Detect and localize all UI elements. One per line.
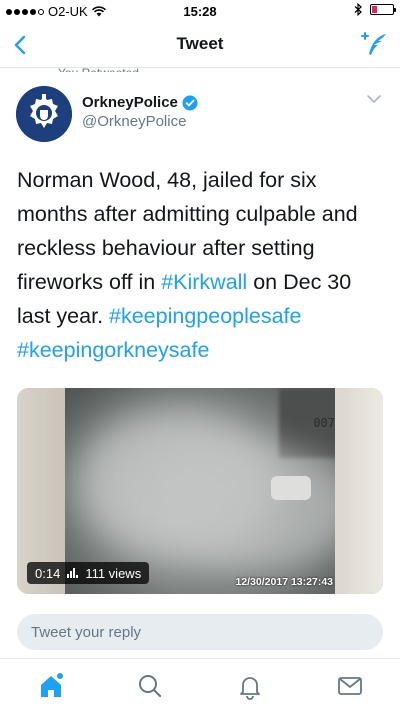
video-info-badge: 0:14 111 views [27, 562, 150, 584]
tweet-options-button[interactable] [364, 92, 384, 106]
tab-bar [0, 658, 400, 711]
page-title: Tweet [176, 34, 224, 53]
hashtag-link[interactable]: #keepingpeoplesafe [109, 304, 301, 328]
hashtag-link[interactable]: #keepingorkneysafe [17, 338, 209, 362]
tab-notifications[interactable] [234, 671, 266, 701]
status-bar: O2-UK 15:28 [0, 0, 400, 22]
view-count-icon [67, 568, 79, 578]
compose-feather-icon [361, 32, 386, 55]
nav-bar: Tweet [0, 22, 400, 68]
retweet-context: You Retweeted [58, 66, 139, 72]
video-timestamp: 12/30/2017 13:27:43 [235, 576, 334, 588]
video-player[interactable]: 007 12/30/2017 13:27:43 0:14 111 views [17, 388, 383, 594]
display-name[interactable]: OrkneyPolice [82, 94, 178, 111]
video-views: 111 views [85, 565, 142, 581]
status-time: 15:28 [183, 4, 217, 19]
verified-badge-icon [182, 95, 198, 110]
tab-messages[interactable] [334, 671, 366, 701]
tab-search[interactable] [134, 671, 166, 701]
home-icon [41, 673, 63, 697]
battery-icon [370, 4, 396, 15]
search-icon [139, 675, 162, 698]
video-duration: 0:14 [35, 565, 61, 581]
notifications-icon [240, 677, 260, 700]
bluetooth-icon [354, 3, 362, 16]
avatar[interactable] [16, 86, 72, 142]
hashtag-link[interactable]: #Kirkwall [161, 270, 247, 294]
messages-icon [338, 677, 362, 695]
tab-home[interactable] [35, 671, 67, 701]
compose-tweet-button[interactable] [358, 30, 390, 60]
camera-id: 007 [313, 416, 335, 430]
police-badge-icon [16, 86, 72, 142]
reply-input[interactable]: Tweet your reply [17, 614, 383, 650]
tweet-header: OrkneyPolice @OrkneyPolice [16, 86, 384, 142]
user-handle[interactable]: @OrkneyPolice [82, 113, 198, 130]
chevron-down-icon [367, 95, 381, 103]
tweet-text: Norman Wood, 48, jailed for six months a… [17, 163, 385, 367]
